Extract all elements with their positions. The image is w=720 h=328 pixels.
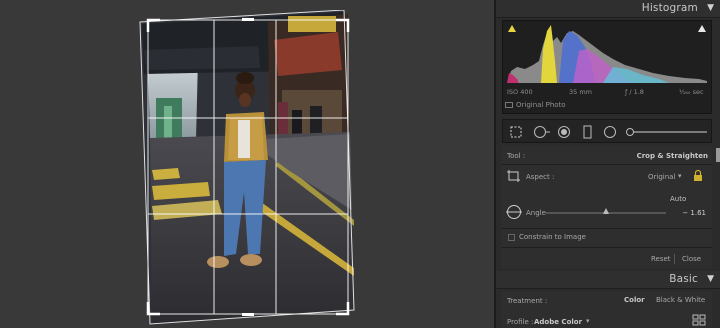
- photo-canvas[interactable]: [0, 0, 494, 328]
- straighten-level-icon[interactable]: [505, 204, 523, 220]
- constrain-checkbox[interactable]: [508, 234, 515, 241]
- reset-button[interactable]: Reset: [651, 255, 671, 263]
- develop-right-panel: Histogram ▼ ISO 400 35 mm ƒ / 1.8 ¹⁄₁₆₀ …: [494, 0, 720, 328]
- profile-label: Profile :: [507, 318, 534, 326]
- histogram-header[interactable]: Histogram ▼: [496, 0, 720, 18]
- tool-name: Crop & Straighten: [636, 152, 708, 160]
- exif-iso: ISO 400: [507, 88, 533, 96]
- profile-dropdown[interactable]: Adobe Color: [534, 318, 582, 326]
- aspect-lock-icon[interactable]: [692, 169, 704, 182]
- photo-image[interactable]: [138, 10, 356, 326]
- basic-title: Basic: [669, 273, 698, 285]
- crop-overlay-icon[interactable]: [509, 125, 523, 139]
- angle-value[interactable]: − 1.61: [682, 209, 706, 217]
- close-button[interactable]: Close: [682, 255, 701, 263]
- profile-browser-icon[interactable]: [692, 314, 706, 326]
- original-photo-toggle[interactable]: Original Photo: [505, 101, 566, 109]
- treatment-label: Treatment :: [507, 297, 548, 305]
- original-photo-label: Original Photo: [516, 101, 566, 109]
- angle-slider-thumb[interactable]: [603, 208, 609, 214]
- treatment-color-option[interactable]: Color: [624, 296, 645, 304]
- tool-strip: [502, 119, 712, 143]
- exif-focal-length: 35 mm: [569, 88, 593, 96]
- exif-shutter: ¹⁄₁₆₀ sec: [679, 88, 704, 96]
- basic-panel: Treatment : Color Black & White Profile …: [502, 291, 712, 328]
- angle-label: Angle: [526, 209, 546, 217]
- histogram-title: Histogram: [641, 2, 698, 14]
- collapse-triangle-icon[interactable]: ▼: [707, 3, 714, 13]
- histogram-display[interactable]: ISO 400 35 mm ƒ / 1.8 ¹⁄₁₆₀ sec Original…: [502, 20, 712, 114]
- photo-crop-area[interactable]: [138, 10, 356, 326]
- aspect-label: Aspect :: [526, 173, 555, 181]
- radial-filter-icon[interactable]: [603, 125, 617, 139]
- aspect-dropdown[interactable]: Original: [648, 173, 675, 181]
- exif-aperture: ƒ / 1.8: [625, 88, 644, 96]
- aspect-crop-icon[interactable]: [506, 169, 522, 183]
- red-eye-icon[interactable]: [557, 125, 571, 139]
- constrain-label: Constrain to Image: [519, 233, 586, 241]
- treatment-bw-option[interactable]: Black & White: [656, 296, 705, 304]
- histogram-graph: [507, 25, 707, 83]
- crop-straighten-panel: Tool : Crop & Straighten Aspect : Origin…: [502, 146, 712, 268]
- highlight-clipping-icon[interactable]: [698, 25, 706, 32]
- panel-scrollbar[interactable]: [716, 148, 720, 162]
- graduated-filter-icon[interactable]: [581, 125, 595, 139]
- original-photo-icon: [505, 102, 513, 108]
- basic-collapse-triangle-icon[interactable]: ▼: [707, 274, 714, 284]
- tool-label: Tool :: [507, 152, 526, 160]
- aspect-dropdown-arrow-icon[interactable]: ▾: [678, 172, 682, 180]
- shadow-clipping-icon[interactable]: [508, 25, 516, 32]
- auto-straighten-button[interactable]: Auto: [670, 195, 686, 203]
- spot-removal-icon[interactable]: [533, 125, 551, 139]
- basic-header[interactable]: Basic ▼: [496, 271, 720, 289]
- adjustment-brush-icon[interactable]: [625, 125, 709, 139]
- profile-dropdown-arrow-icon[interactable]: ▾: [586, 317, 590, 325]
